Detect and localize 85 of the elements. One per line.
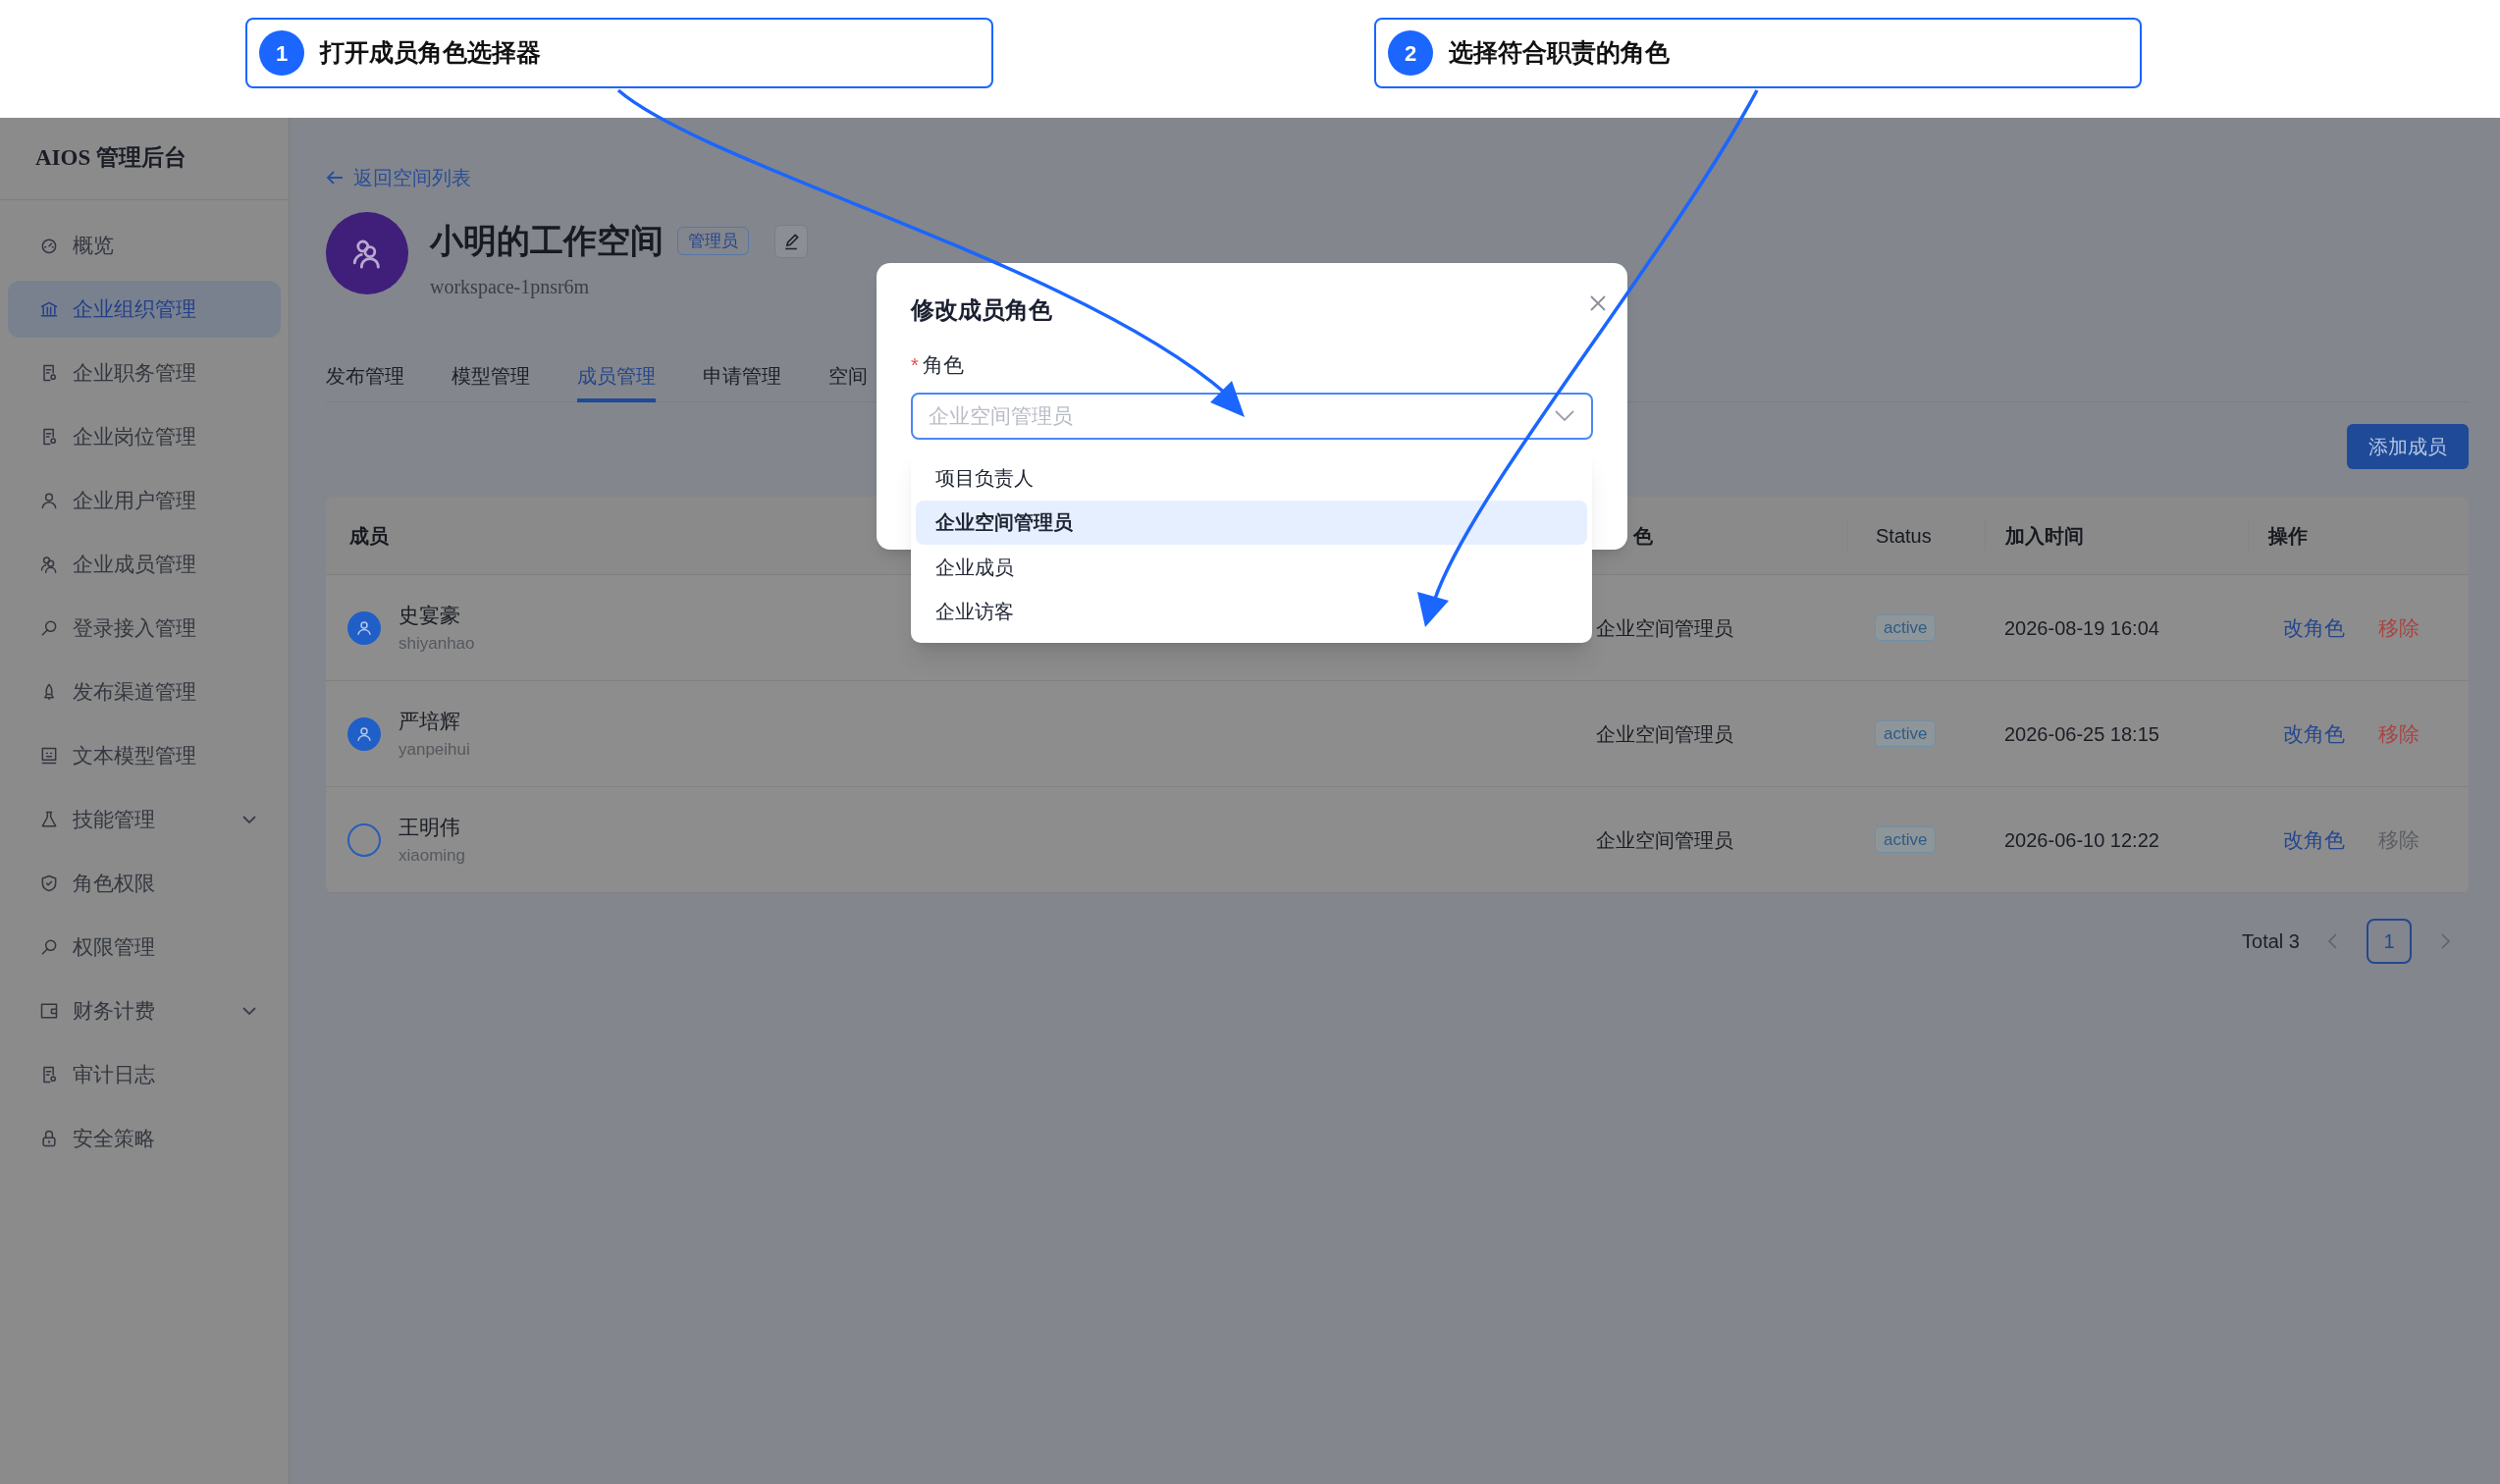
dropdown-option[interactable]: 企业访客	[916, 589, 1587, 633]
sidebar-item[interactable]: 文本模型管理	[8, 727, 281, 784]
chevron-left-icon	[2326, 932, 2340, 950]
column-header: Status	[1876, 524, 1932, 547]
edit-button[interactable]	[774, 224, 808, 258]
table-cell: 2026-08-19 16:04	[2004, 616, 2159, 639]
change-role-link[interactable]: 改角色	[2283, 823, 2345, 856]
add-member-button[interactable]: 添加成员	[2347, 424, 2469, 469]
column-header: 色	[1633, 524, 1653, 547]
shield-icon	[39, 874, 59, 893]
wallet-icon	[39, 1001, 59, 1021]
status-badge: active	[1875, 825, 1937, 854]
sidebar-item[interactable]: 企业职务管理	[8, 344, 281, 401]
total-count: Total 3	[2242, 929, 2300, 954]
sidebar-item[interactable]: 角色权限	[8, 855, 281, 912]
monitor-icon	[39, 746, 59, 766]
page-button[interactable]: 1	[2367, 919, 2412, 964]
step-number: 2	[1388, 30, 1433, 76]
users-icon	[39, 555, 59, 574]
lock-icon	[39, 1129, 59, 1148]
dropdown-option[interactable]: 企业成员	[916, 545, 1587, 589]
bank-icon	[39, 299, 59, 319]
sidebar-title: AIOS 管理后台	[35, 144, 186, 173]
sidebar-item[interactable]: 审计日志	[8, 1046, 281, 1103]
dropdown-option[interactable]: 项目负责人	[916, 456, 1587, 501]
sidebar-item[interactable]: 安全策略	[8, 1110, 281, 1167]
tab[interactable]: 空间	[828, 345, 868, 402]
flask-icon	[39, 810, 59, 829]
user-icon	[39, 491, 59, 510]
tab[interactable]: 发布管理	[326, 345, 404, 402]
dropdown-option[interactable]: 企业空间管理员	[916, 501, 1587, 545]
sidebar-item[interactable]: 企业岗位管理	[8, 408, 281, 465]
member-username: shiyanhao	[399, 632, 475, 655]
table-cell: 2026-06-25 18:15	[2004, 722, 2159, 745]
member-name: 王明伟	[399, 815, 461, 840]
callout-text: 选择符合职责的角色	[1449, 37, 1670, 69]
sidebar-item[interactable]: 企业成员管理	[8, 536, 281, 593]
chevron-down-icon	[1554, 408, 1575, 423]
required-mark: *	[911, 352, 919, 378]
tab[interactable]: 模型管理	[452, 345, 530, 402]
table-cell: 2026-06-10 12:22	[2004, 828, 2159, 851]
gauge-icon	[39, 236, 59, 255]
step-number: 1	[259, 30, 304, 76]
member-username: xiaoming	[399, 844, 466, 867]
tab[interactable]: 申请管理	[703, 345, 781, 402]
arrow-left-icon	[326, 170, 344, 186]
chevron-right-icon	[2438, 932, 2452, 950]
table-cell: 企业空间管理员	[1596, 722, 1733, 745]
column-header: 成员	[349, 524, 389, 547]
sidebar-item[interactable]: 权限管理	[8, 919, 281, 976]
back-link[interactable]: 返回空间列表	[326, 163, 471, 192]
workspace-id: workspace-1pnsr6m	[430, 275, 591, 300]
role-select-input[interactable]: 企业空间管理员	[929, 399, 1554, 432]
field-label: 角色	[922, 352, 964, 378]
table-cell: 企业空间管理员	[1596, 616, 1733, 639]
sidebar-item[interactable]: 登录接入管理	[8, 600, 281, 657]
sidebar-item[interactable]: 发布渠道管理	[8, 663, 281, 720]
tab[interactable]: 成员管理	[577, 345, 656, 402]
workspace-name: 小明的工作空间	[430, 222, 664, 261]
user-icon	[355, 618, 373, 637]
member-name: 严培辉	[399, 709, 461, 734]
sidebar-item[interactable]: 企业组织管理	[8, 281, 281, 338]
member-name: 史宴豪	[399, 603, 461, 628]
role-badge: 管理员	[677, 226, 749, 256]
change-role-link[interactable]: 改角色	[2283, 611, 2345, 644]
status-badge: active	[1875, 719, 1937, 748]
callout-text: 打开成员角色选择器	[320, 37, 541, 69]
close-icon	[1588, 293, 1608, 313]
dialog-title: 修改成员角色	[911, 295, 1052, 325]
user-icon	[355, 724, 373, 743]
sidebar-item[interactable]: 企业用户管理	[8, 472, 281, 529]
status-badge: active	[1875, 613, 1937, 642]
change-role-link[interactable]: 改角色	[2283, 717, 2345, 750]
sidebar-item[interactable]: 财务计费	[8, 982, 281, 1039]
table-cell: 企业空间管理员	[1596, 828, 1733, 851]
search-icon	[39, 937, 59, 957]
remove-link[interactable]: 移除	[2378, 611, 2420, 644]
column-header: 加入时间	[2005, 524, 2084, 547]
sidebar-item[interactable]: 概览	[8, 217, 281, 274]
sidebar-item[interactable]: 技能管理	[8, 791, 281, 848]
member-username: yanpeihui	[399, 738, 470, 761]
search-icon	[39, 618, 59, 638]
remove-link[interactable]: 移除	[2378, 717, 2420, 750]
column-header: 操作	[2268, 524, 2308, 547]
role-select[interactable]: 企业空间管理员	[911, 392, 1593, 440]
